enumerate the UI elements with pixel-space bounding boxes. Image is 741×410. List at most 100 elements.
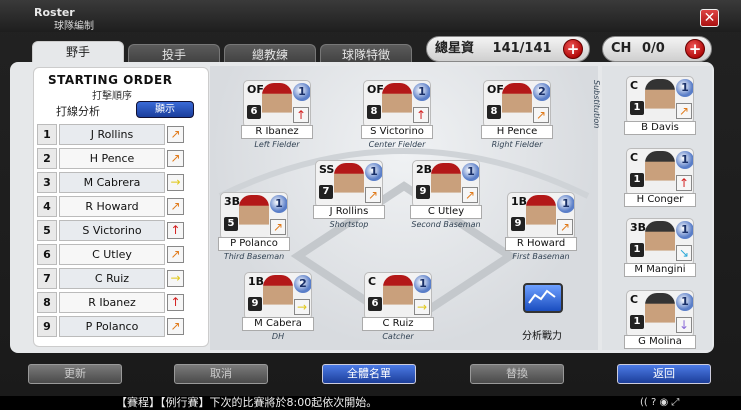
order-number: 4 — [37, 196, 57, 217]
order-row[interactable]: 9P Polanco ↗ — [37, 316, 189, 337]
level-badge: 1 — [630, 101, 644, 115]
level-badge: 5 — [224, 217, 238, 231]
player-name-plate: M Mangini — [624, 263, 696, 277]
level-badge: 9 — [511, 217, 525, 231]
close-button[interactable]: ✕ — [700, 9, 719, 27]
player-portrait — [645, 151, 675, 193]
player-card[interactable]: C 6 1 → — [364, 272, 432, 320]
ticker-text: 【賽程】【例行賽】下次的比賽將於8:00起依次開始。 — [116, 396, 378, 409]
starting-order-title: STARTING ORDER — [48, 73, 173, 87]
analysis-chart-icon[interactable] — [523, 283, 563, 313]
substitute-card[interactable]: C 1 1 ↑ — [626, 148, 694, 196]
position-badge: 1B — [511, 195, 528, 208]
trend-arrow-icon: ↑ — [676, 175, 692, 191]
trend-arrow-icon: ↗ — [676, 103, 692, 119]
analysis-button-label: 分析戰力 — [522, 331, 562, 342]
order-number: 9 — [37, 316, 57, 337]
player-portrait — [262, 83, 292, 125]
order-number: 6 — [37, 244, 57, 265]
player-portrait — [382, 83, 412, 125]
order-row[interactable]: 6C Utley ↗ — [37, 244, 189, 265]
player-name-plate: H Pence — [481, 125, 553, 139]
full-roster-button[interactable]: 全體名單 — [322, 364, 416, 384]
ch-box: CH 0/0 + — [602, 36, 712, 62]
order-player-name[interactable]: C Utley — [59, 244, 165, 265]
order-player-name[interactable]: C Ruiz — [59, 268, 165, 289]
player-card[interactable]: OF 8 2 ↗ — [483, 80, 551, 128]
trend-arrow-icon: ↑ — [293, 107, 309, 123]
player-name-plate: R Howard — [505, 237, 577, 251]
order-number: 7 — [37, 268, 57, 289]
swap-button[interactable]: 替換 — [470, 364, 564, 384]
order-row[interactable]: 4R Howard ↗ — [37, 196, 189, 217]
cancel-button[interactable]: 取消 — [174, 364, 268, 384]
order-player-name[interactable]: P Polanco — [59, 316, 165, 337]
trend-arrow-icon: ↓ — [676, 317, 692, 333]
substitution-label: Substitution — [592, 80, 601, 129]
substitute-card[interactable]: C 1 1 ↓ — [626, 290, 694, 338]
player-name-plate: M Cabera — [242, 317, 314, 331]
position-badge: 3B — [224, 195, 241, 208]
level-badge: 9 — [248, 297, 262, 311]
back-button[interactable]: 返回 — [617, 364, 711, 384]
order-row[interactable]: 5S Victorino ↑ — [37, 220, 189, 241]
order-row[interactable]: 3M Cabrera → — [37, 172, 189, 193]
salary-box: 總星資 141/141 + — [426, 36, 590, 62]
player-portrait — [645, 221, 675, 263]
order-row[interactable]: 7C Ruiz → — [37, 268, 189, 289]
level-badge: 1 — [630, 243, 644, 257]
position-role-label: DH — [271, 332, 285, 341]
level-badge: 1 — [630, 173, 644, 187]
player-card[interactable]: 2B 9 1 ↗ — [412, 160, 480, 208]
substitute-card[interactable]: C 1 1 ↗ — [626, 76, 694, 124]
order-row[interactable]: 8R Ibanez ↑ — [37, 292, 189, 313]
level-badge: 9 — [416, 185, 430, 199]
player-card[interactable]: 1B 9 1 ↗ — [507, 192, 575, 240]
salary-value: 141/141 — [492, 41, 552, 56]
substitute-card[interactable]: 3B 1 1 ↘ — [626, 218, 694, 266]
player-name-plate: B Davis — [624, 121, 696, 135]
rating-icon: 1 — [676, 221, 693, 239]
refresh-button[interactable]: 更新 — [28, 364, 122, 384]
show-button[interactable]: 顯示 — [136, 101, 194, 118]
trend-arrow-icon: → — [167, 270, 184, 287]
trend-arrow-icon: ↑ — [167, 222, 184, 239]
position-role-label: Center Fielder — [368, 140, 426, 149]
order-row[interactable]: 2H Pence ↗ — [37, 148, 189, 169]
player-card[interactable]: 1B 9 2 → — [244, 272, 312, 320]
order-player-name[interactable]: R Howard — [59, 196, 165, 217]
rating-icon: 2 — [294, 275, 311, 293]
trend-arrow-icon: ↗ — [167, 198, 184, 215]
player-card[interactable]: OF 6 1 ↑ — [243, 80, 311, 128]
order-number: 2 — [37, 148, 57, 169]
rating-icon: 1 — [365, 163, 382, 181]
order-player-name[interactable]: M Cabrera — [59, 172, 165, 193]
rating-icon: 1 — [676, 293, 693, 311]
trend-arrow-icon: ↗ — [365, 187, 381, 203]
order-row[interactable]: 1J Rollins ↗ — [37, 124, 189, 145]
trend-arrow-icon: ↗ — [462, 187, 478, 203]
ticker-icons[interactable]: (( ? ◉ ⤢ — [640, 396, 679, 410]
ch-plus-button[interactable]: + — [685, 39, 705, 59]
order-player-name[interactable]: R Ibanez — [59, 292, 165, 313]
ch-label: CH — [611, 41, 632, 56]
player-card[interactable]: SS 7 1 ↗ — [315, 160, 383, 208]
player-card[interactable]: OF 8 1 ↑ — [363, 80, 431, 128]
ch-value: 0/0 — [641, 41, 665, 56]
player-name-plate: R Ibanez — [241, 125, 313, 139]
position-badge: C — [368, 275, 377, 288]
rating-icon: 1 — [270, 195, 287, 213]
player-card[interactable]: 3B 5 1 ↗ — [220, 192, 288, 240]
position-role-label: Left Fielder — [254, 140, 300, 149]
rating-icon: 2 — [533, 83, 550, 101]
salary-plus-button[interactable]: + — [563, 39, 583, 59]
order-player-name[interactable]: H Pence — [59, 148, 165, 169]
order-player-name[interactable]: J Rollins — [59, 124, 165, 145]
position-role-label: Right Fielder — [491, 140, 543, 149]
order-player-name[interactable]: S Victorino — [59, 220, 165, 241]
player-portrait — [645, 293, 675, 335]
position-badge: 2B — [416, 163, 433, 176]
player-name-plate: C Ruiz — [362, 317, 434, 331]
starting-order-subtitle: 打擊順序 — [92, 91, 132, 102]
position-badge: C — [630, 79, 639, 92]
